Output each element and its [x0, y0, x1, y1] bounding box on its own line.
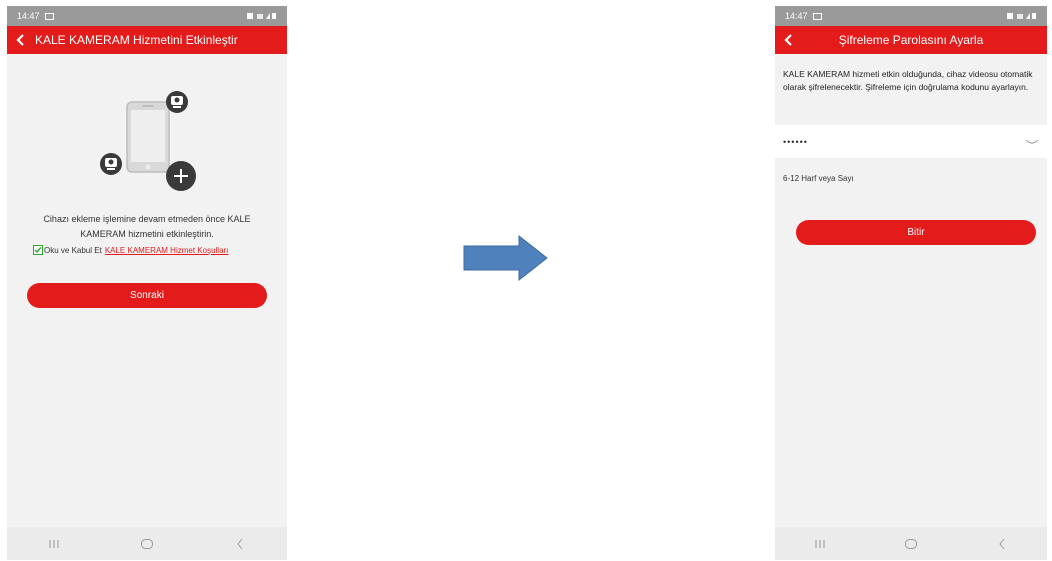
enable-description: Cihazı ekleme işlemine devam etmeden önc… — [43, 214, 251, 239]
page-title: Şifreleme Parolasını Ayarla — [838, 33, 984, 47]
agree-label: Oku ve Kabul Et — [44, 245, 102, 255]
signal-icon — [1007, 13, 1036, 19]
nav-back-button[interactable] — [220, 538, 260, 550]
status-bar: 14:47 — [775, 6, 1047, 26]
password-value: •••••• — [783, 136, 808, 147]
next-button[interactable]: Sonraki — [27, 283, 267, 308]
home-button[interactable] — [127, 538, 167, 550]
home-icon — [904, 538, 917, 549]
signal-icon — [247, 13, 276, 19]
encryption-description: KALE KAMERAM hizmeti etkin olduğunda, ci… — [783, 69, 1033, 92]
eye-closed-icon[interactable] — [1025, 138, 1039, 146]
password-hint: 6-12 Harf veya Sayı — [783, 174, 854, 183]
nav-back-icon — [237, 538, 243, 549]
system-nav-bar — [775, 527, 1047, 560]
left-phone-screen: 14:47 KALE KAMERAM Hizmetini Etkinleştir — [7, 6, 287, 560]
agree-row: Oku ve Kabul Et KALE KAMERAM Hizmet Koşu… — [33, 245, 228, 255]
back-button[interactable] — [775, 26, 803, 54]
status-icons — [247, 12, 277, 20]
right-phone-screen: 14:47 Şifreleme Parolasını Ayarla KALE K… — [775, 6, 1047, 560]
agree-checkbox[interactable] — [33, 245, 43, 255]
title-bar: Şifreleme Parolasını Ayarla — [775, 26, 1047, 54]
status-icons — [1007, 12, 1037, 20]
recent-apps-button[interactable] — [800, 539, 840, 549]
nav-back-button[interactable] — [982, 538, 1022, 550]
plus-icon — [166, 161, 196, 191]
terms-link[interactable]: KALE KAMERAM Hizmet Koşulları — [105, 246, 229, 255]
home-button[interactable] — [891, 538, 931, 550]
home-icon — [140, 538, 153, 549]
back-arrow-icon — [784, 34, 792, 46]
page-title: KALE KAMERAM Hizmetini Etkinleştir — [35, 33, 238, 47]
back-button[interactable] — [7, 26, 35, 54]
back-arrow-icon — [16, 34, 24, 46]
check-icon — [34, 247, 42, 254]
password-field[interactable]: •••••• — [775, 125, 1047, 158]
nav-back-icon — [999, 538, 1005, 549]
camera-icon — [100, 153, 122, 175]
recent-apps-icon — [815, 539, 825, 548]
status-time: 14:47 — [17, 11, 40, 21]
phone-illustration-icon — [100, 91, 196, 191]
title-bar: KALE KAMERAM Hizmetini Etkinleştir — [7, 26, 287, 54]
recent-apps-button[interactable] — [34, 539, 74, 549]
recent-apps-icon — [49, 539, 59, 548]
system-nav-bar — [7, 527, 287, 560]
gallery-icon — [812, 12, 822, 20]
gallery-icon — [44, 12, 54, 20]
finish-button[interactable]: Bitir — [796, 220, 1036, 245]
right-arrow-icon — [463, 235, 548, 281]
status-time: 14:47 — [785, 11, 808, 21]
status-bar: 14:47 — [7, 6, 287, 26]
camera-icon — [166, 91, 188, 113]
